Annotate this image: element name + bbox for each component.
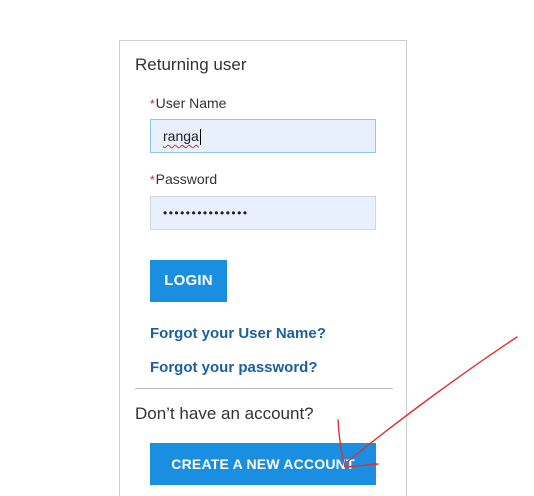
create-account-button[interactable]: CREATE A NEW ACCOUNT: [150, 443, 376, 485]
username-value: ranga: [163, 128, 199, 144]
panel-title: Returning user: [135, 55, 247, 74]
required-marker: *: [150, 173, 155, 187]
forgot-password-link[interactable]: Forgot your password?: [150, 359, 318, 376]
signup-prompt: Don’t have an account?: [135, 404, 314, 423]
username-input[interactable]: ranga: [150, 119, 376, 153]
password-masked-value: •••••••••••••••: [163, 206, 249, 220]
username-label: *User Name: [150, 95, 226, 111]
page: Returning user *User Name ranga *Passwor…: [0, 0, 534, 496]
password-label: *Password: [150, 171, 217, 187]
username-label-text: User Name: [155, 95, 227, 111]
login-button[interactable]: LOGIN: [150, 260, 227, 302]
forgot-username-link[interactable]: Forgot your User Name?: [150, 325, 326, 342]
required-marker: *: [150, 97, 155, 111]
password-input[interactable]: •••••••••••••••: [150, 196, 376, 230]
text-caret: [199, 129, 201, 146]
login-panel: Returning user *User Name ranga *Passwor…: [119, 40, 407, 496]
divider: [135, 388, 393, 389]
password-label-text: Password: [155, 171, 218, 187]
